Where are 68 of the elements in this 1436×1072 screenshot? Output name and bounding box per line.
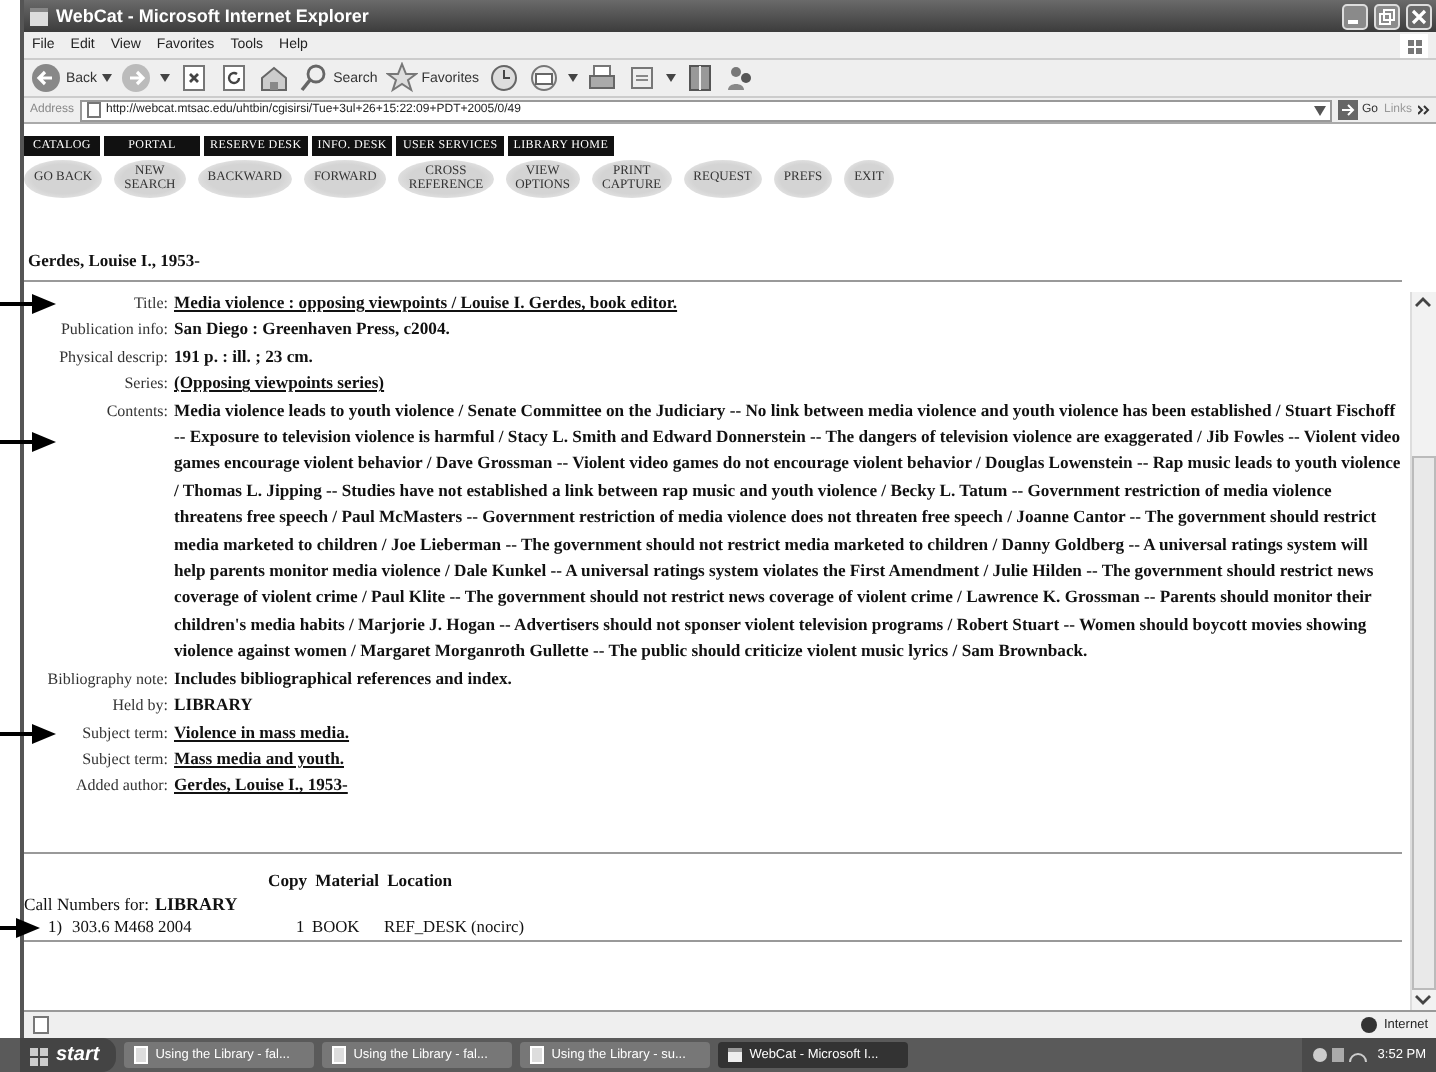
dropdown-icon[interactable] (1313, 105, 1326, 115)
field-value: LIBRARY (174, 692, 255, 719)
field-label: Publication info: (60, 320, 168, 339)
document-icon[interactable] (625, 62, 658, 94)
star-icon[interactable] (385, 62, 418, 94)
search-icon[interactable] (297, 62, 330, 94)
field-label: Added author: (76, 776, 168, 795)
copy-count: 1 (296, 915, 307, 940)
field-label: Bibliography note: (47, 669, 168, 688)
page-icon (86, 102, 103, 118)
field-label: Series: (124, 374, 168, 393)
library-name: LIBRARY (155, 893, 238, 914)
scroll-down-icon[interactable] (1412, 990, 1434, 1010)
stop-icon[interactable] (177, 62, 210, 94)
item-number: 1) (48, 915, 64, 940)
author-heading: Gerdes, Louise I., 1953- (28, 250, 202, 270)
chevron-icon[interactable] (1418, 104, 1430, 116)
field-value: Includes bibliographical references and index. (174, 665, 514, 692)
field-link[interactable]: Gerdes, Louise I., 1953- (174, 772, 1402, 800)
caret-icon[interactable] (101, 74, 112, 82)
scroll-up-icon[interactable] (1412, 292, 1434, 312)
refresh-icon[interactable] (217, 62, 250, 94)
column-header: Copy (268, 869, 308, 890)
home-icon[interactable] (257, 62, 290, 94)
scrollbar[interactable] (1410, 292, 1436, 1010)
window-title: WebCat - Microsoft Internet Explorer (56, 6, 371, 26)
field-value: San Diego : Greenhaven Press, c2004. (174, 316, 452, 343)
document-icon[interactable] (131, 1046, 150, 1064)
caret-icon[interactable] (159, 74, 170, 82)
call-number: 303.6 M468 2004 (72, 915, 194, 940)
document-icon[interactable] (329, 1046, 348, 1064)
browser-icon (28, 5, 50, 27)
field-value: 191 p. : ill. ; 23 cm. (174, 343, 315, 370)
people-icon[interactable] (723, 62, 756, 94)
field-label: Title: (133, 294, 168, 312)
field-link[interactable]: Violence in mass media. (174, 719, 1402, 746)
field-link[interactable]: Mass media and youth. (174, 745, 1402, 773)
windows-flag-icon[interactable] (28, 1045, 50, 1065)
caret-icon[interactable] (567, 74, 578, 82)
field-value: Media violence leads to youth violence / Senate Committee on the Judiciary -- No link between media violence and youth violence has been established / Stuart Fischoff -- Exposure to television violence is harmful / Stacy L. Smith and Edward Donnerstein -- The dangers of television violence are exaggerated / Jib Fowles -- Violent video games encourage violent behavior / Dave Grossman -- Violent video games do not encourage violent behavior / Douglas Lowenstein -- Rap music leads to youth violence / Thomas L. Jipping -- Studies have not established a link between rap music and youth violence / Becky L. Tatum -- Government restriction of media violence threatens free speech / Paul McMasters -- Government restriction of media violence does not threaten free speech / Joanne Cantor -- The government should restrict media marketed to children / Joe Lieberman -- The government should not restrict media marketed to children / Danny Goldberg -- A universal ratings system will help parents monitor media violence / Dale Kunkel -- A universal ratings system violates the First Amendment / Julie Hilden -- The government should restrict news coverage of violent crime / Paul Klite -- The government should not restrict news coverage of violent crime / Lawrence K. Grossman -- Parents should monitor their children's media habits / Marjorie J. Hogan -- Advertisers should not sponser violent television programs / Robert Stuart -- Women should boycott movies showing violence against women / Margaret Morganroth Gullette -- The public should criticize violent music lyrics / Sam Brownback. (174, 397, 1402, 665)
field-label: Subject term: (82, 723, 168, 741)
field-label: Contents: (106, 401, 168, 420)
restore-icon[interactable] (1374, 3, 1400, 29)
minimize-icon[interactable] (1342, 3, 1368, 29)
field-link[interactable]: (Opposing viewpoints series) (174, 370, 1402, 398)
printer-icon[interactable] (585, 62, 618, 94)
clock-icon[interactable] (487, 62, 520, 94)
scroll-thumb[interactable] (1412, 456, 1436, 990)
location: REF_DESK (nocirc) (384, 915, 525, 940)
column-header: Location (387, 869, 453, 890)
windows-flag-icon (1400, 33, 1428, 57)
call-numbers-label: Call Numbers for: (24, 893, 150, 914)
start-button[interactable]: start (20, 1038, 116, 1072)
browser-icon[interactable] (725, 1046, 744, 1064)
close-icon[interactable] (1406, 3, 1432, 29)
book-icon[interactable] (683, 62, 716, 94)
material-type: BOOK (312, 915, 362, 940)
page-icon (32, 1016, 50, 1034)
arrow-icon[interactable] (1337, 100, 1358, 120)
column-header: Material (315, 869, 380, 890)
document-icon[interactable] (527, 1046, 546, 1064)
caret-icon[interactable] (665, 74, 676, 82)
field-label: Physical descrip: (59, 347, 168, 366)
field-link[interactable]: Media violence : opposing viewpoints / Louise I. Gerdes, book editor. (174, 290, 1402, 317)
field-label: Held by: (112, 696, 168, 715)
tray-icons (1311, 1046, 1372, 1064)
field-label: Subject term: (82, 749, 168, 768)
back-icon[interactable] (30, 62, 62, 94)
